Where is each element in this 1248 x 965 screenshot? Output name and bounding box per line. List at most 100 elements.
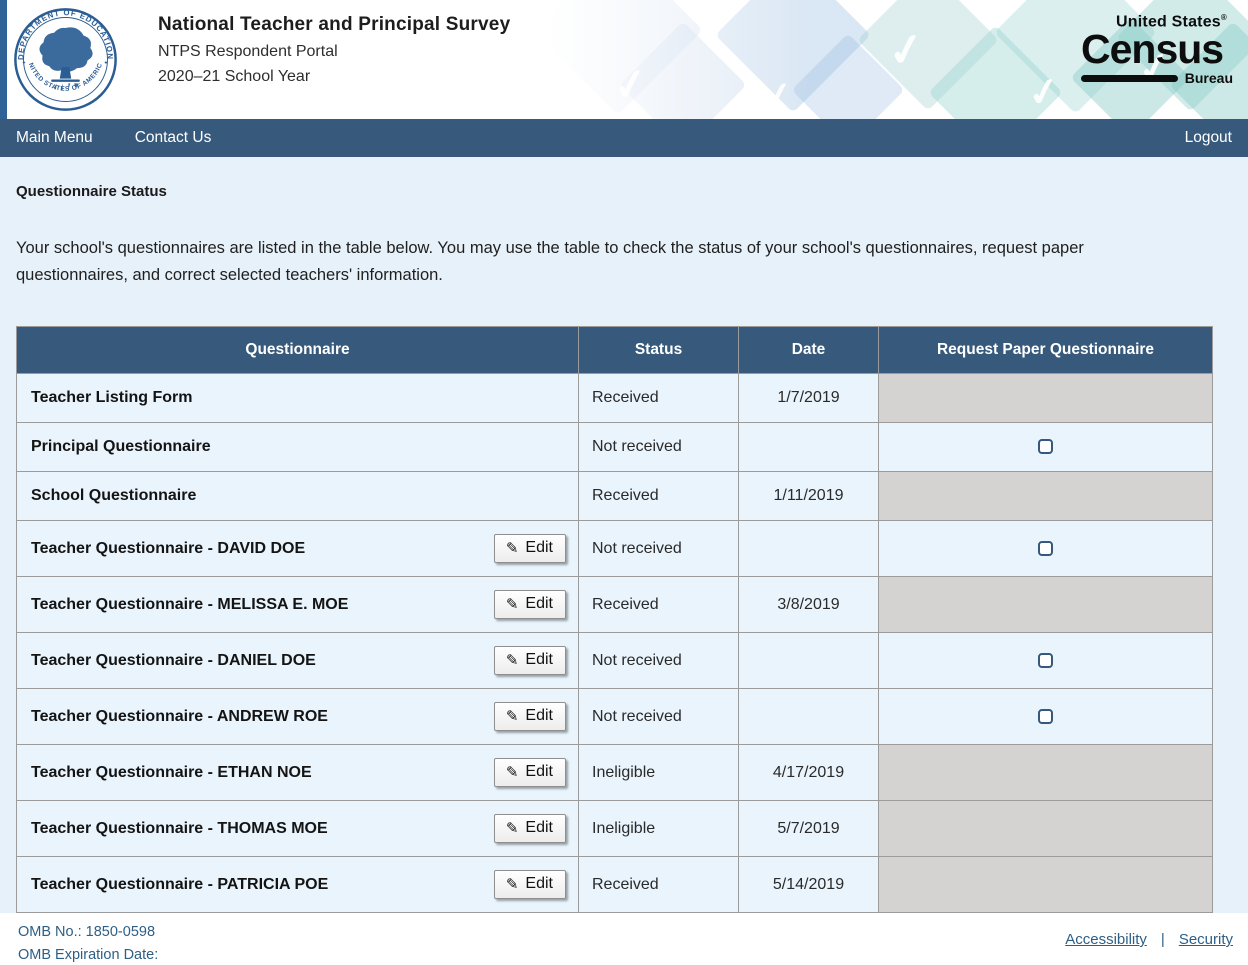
status-value: Not received	[592, 438, 682, 455]
column-header-date: Date	[738, 326, 879, 374]
request-paper-cell	[878, 800, 1213, 857]
edit-button-label: Edit	[525, 763, 553, 780]
questionnaire-status-table: Questionnaire Status Date Request Paper …	[16, 326, 1213, 913]
department-of-education-seal: DEPARTMENT OF EDUCATION UNITED STATES OF…	[13, 7, 117, 111]
pencil-icon: ✎	[505, 875, 519, 893]
page-title: National Teacher and Principal Survey	[158, 14, 511, 35]
edit-button[interactable]: ✎ Edit	[493, 702, 566, 731]
date-value: 1/7/2019	[738, 373, 879, 423]
edit-button-label: Edit	[525, 539, 553, 556]
questionnaire-name: Teacher Questionnaire - PATRICIA POE	[31, 875, 329, 893]
status-value: Not received	[592, 707, 682, 725]
table-row: Principal Questionnaire Not received	[16, 422, 1213, 472]
registered-mark: ®	[1220, 13, 1227, 22]
omb-expiration-date: OMB Expiration Date:	[18, 947, 159, 963]
accessibility-link[interactable]: Accessibility	[1065, 931, 1147, 948]
questionnaire-name: Teacher Questionnaire - THOMAS MOE	[31, 819, 328, 837]
request-paper-checkbox[interactable]	[1038, 652, 1053, 668]
pencil-icon: ✎	[505, 819, 519, 837]
status-value: Received	[592, 487, 659, 504]
edit-button[interactable]: ✎ Edit	[493, 870, 566, 899]
questionnaire-name: Teacher Questionnaire - DANIEL DOE	[31, 651, 316, 669]
pencil-icon: ✎	[505, 651, 519, 669]
pencil-icon: ✎	[505, 595, 519, 613]
table-row: Teacher Questionnaire - ANDREW ROE ✎ Edi…	[16, 688, 1213, 745]
questionnaire-name: Teacher Questionnaire - MELISSA E. MOE	[31, 595, 349, 613]
column-header-request-paper: Request Paper Questionnaire	[878, 326, 1213, 374]
request-paper-cell	[878, 744, 1213, 801]
status-value: Not received	[592, 539, 682, 557]
status-value: Not received	[592, 651, 682, 669]
census-logo-bureau: Bureau	[1184, 70, 1233, 87]
table-row: School Questionnaire Received 1/11/2019	[16, 471, 1213, 521]
section-heading: Questionnaire Status	[16, 183, 167, 200]
date-value	[738, 422, 879, 472]
date-value: 1/11/2019	[738, 471, 879, 521]
column-header-questionnaire: Questionnaire	[16, 326, 579, 374]
edit-button[interactable]: ✎ Edit	[493, 814, 566, 843]
questionnaire-name: Teacher Questionnaire - DAVID DOE	[31, 539, 306, 557]
header-left-accent-bar	[0, 0, 7, 119]
date-value: 3/8/2019	[738, 576, 879, 633]
table-row: Teacher Questionnaire - PATRICIA POE ✎ E…	[16, 856, 1213, 913]
app-header: ✓ ✓ ✓ ✓ ✓ DEPARTMENT OF EDUCATION UNITED…	[0, 0, 1248, 119]
seal-star-right: ✦	[104, 59, 109, 66]
edit-button-label: Edit	[525, 707, 553, 724]
date-value	[738, 688, 879, 745]
date-value: 5/7/2019	[738, 800, 879, 857]
request-paper-cell	[878, 688, 1213, 745]
table-row: Teacher Questionnaire - ETHAN NOE ✎ Edit…	[16, 744, 1213, 801]
status-value: Received	[592, 875, 659, 893]
pencil-icon: ✎	[505, 763, 519, 781]
date-value: 4/17/2019	[738, 744, 879, 801]
request-paper-checkbox[interactable]	[1038, 708, 1053, 724]
date-value: 5/14/2019	[738, 856, 879, 913]
table-row: Teacher Listing Form Received 1/7/2019	[16, 373, 1213, 423]
request-paper-cell	[878, 471, 1213, 521]
request-paper-cell	[878, 422, 1213, 472]
status-value: Received	[592, 595, 659, 613]
pencil-icon: ✎	[505, 707, 519, 725]
nav-main-menu[interactable]: Main Menu	[16, 129, 93, 147]
security-link[interactable]: Security	[1179, 931, 1233, 948]
request-paper-cell	[878, 373, 1213, 423]
request-paper-cell	[878, 520, 1213, 577]
status-value: Ineligible	[592, 819, 656, 837]
main-navigation-bar: Main Menu Contact Us Logout	[0, 119, 1248, 157]
request-paper-cell	[878, 856, 1213, 913]
edit-button[interactable]: ✎ Edit	[493, 590, 566, 619]
request-paper-cell	[878, 576, 1213, 633]
edit-button-label: Edit	[525, 875, 553, 892]
nav-contact-us[interactable]: Contact Us	[135, 129, 212, 147]
footer-link-separator: |	[1160, 931, 1165, 948]
questionnaire-name: School Questionnaire	[31, 487, 197, 504]
table-row: Teacher Questionnaire - DAVID DOE ✎ Edit…	[16, 520, 1213, 577]
seal-star-left: ✦	[22, 59, 27, 66]
table-row: Teacher Questionnaire - DANIEL DOE ✎ Edi…	[16, 632, 1213, 689]
pencil-icon: ✎	[505, 539, 519, 557]
questionnaire-name: Teacher Listing Form	[31, 389, 193, 406]
nav-logout[interactable]: Logout	[1185, 129, 1232, 147]
edit-button[interactable]: ✎ Edit	[493, 646, 566, 675]
portal-subtitle: NTPS Respondent Portal	[158, 43, 338, 60]
column-header-status: Status	[578, 326, 739, 374]
census-logo-census: Census	[1081, 26, 1224, 73]
questionnaire-name: Principal Questionnaire	[31, 438, 211, 455]
edit-button-label: Edit	[525, 651, 553, 668]
table-row: Teacher Questionnaire - THOMAS MOE ✎ Edi…	[16, 800, 1213, 857]
edit-button[interactable]: ✎ Edit	[493, 534, 566, 563]
status-value: Ineligible	[592, 763, 656, 781]
edit-button-label: Edit	[525, 819, 553, 836]
edit-button-label: Edit	[525, 595, 553, 612]
intro-paragraph: Your school's questionnaires are listed …	[16, 239, 1084, 284]
request-paper-checkbox[interactable]	[1038, 540, 1053, 556]
request-paper-checkbox[interactable]	[1038, 439, 1053, 455]
edit-button[interactable]: ✎ Edit	[493, 758, 566, 787]
date-value	[738, 632, 879, 689]
omb-number: OMB No.: 1850-0598	[18, 924, 156, 940]
main-content: Questionnaire Status Your school's quest…	[0, 157, 1248, 913]
questionnaire-name: Teacher Questionnaire - ANDREW ROE	[31, 707, 328, 725]
date-value	[738, 520, 879, 577]
request-paper-cell	[878, 632, 1213, 689]
table-row: Teacher Questionnaire - MELISSA E. MOE ✎…	[16, 576, 1213, 633]
